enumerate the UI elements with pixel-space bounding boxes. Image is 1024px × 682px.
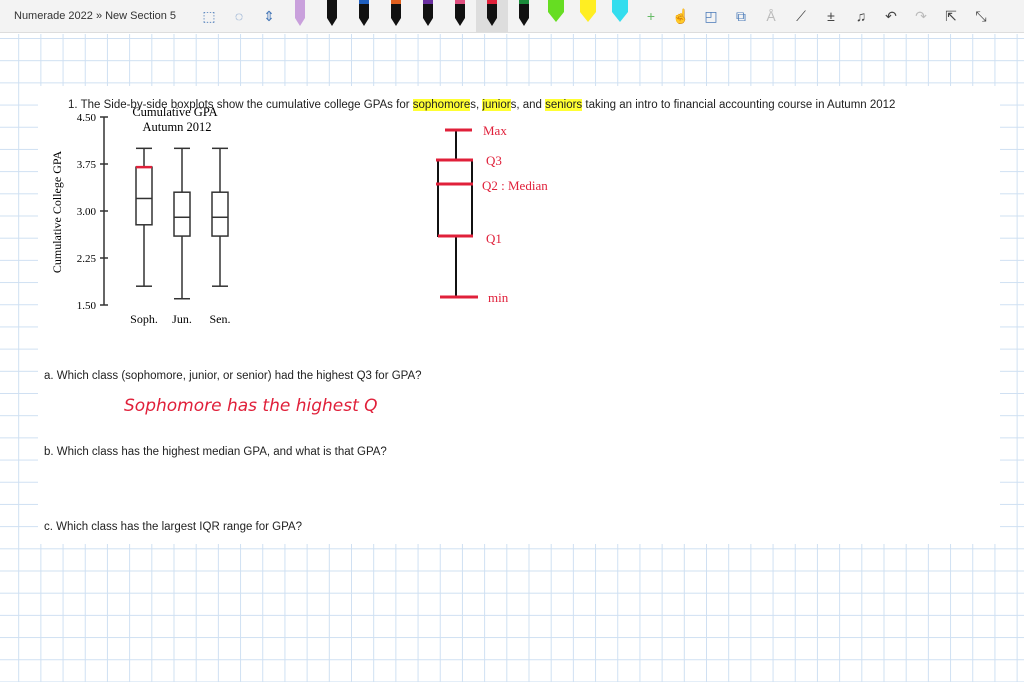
box-iqr (135, 166, 153, 226)
pen-1[interactable] (284, 0, 316, 33)
question-a: a. Which class (sophomore, junior, or se… (44, 370, 422, 382)
box-iqr (173, 191, 191, 237)
math-icon[interactable]: ± (816, 8, 846, 24)
question-c: c. Which class has the largest IQR range… (44, 521, 303, 533)
undo-icon[interactable]: ↶ (876, 8, 906, 25)
pen-7[interactable] (476, 0, 508, 33)
x-category-label: Jun. (172, 312, 192, 326)
y-tick-label: 3.00 (77, 206, 97, 218)
label-min: min (488, 290, 509, 305)
handwritten-answer-a: Sophomore has the highest Q (124, 396, 378, 416)
redo-icon[interactable]: ↷ (906, 8, 936, 25)
highlighter-1[interactable] (540, 0, 572, 33)
question-b: b. Which class has the highest median GP… (44, 446, 387, 458)
share-icon[interactable]: ⇱ (936, 8, 966, 25)
touch-draw-icon[interactable]: ☝ (666, 8, 696, 25)
chart-title: Cumulative GPA (132, 105, 217, 119)
chart-subtitle: Autumn 2012 (142, 120, 211, 134)
box-iqr (211, 191, 229, 237)
label-q1: Q1 (486, 231, 502, 246)
shapes-icon[interactable]: ◰ (696, 8, 726, 25)
pen-8[interactable] (508, 0, 540, 33)
pen-5[interactable] (412, 0, 444, 33)
y-tick-label: 2.25 (77, 253, 97, 265)
ruler-icon[interactable]: ⟋ (786, 8, 816, 25)
boxplot-chart: Cumulative GPA Autumn 2012 Cumulative Co… (50, 105, 231, 326)
add-space-icon[interactable]: ◌ (224, 8, 254, 24)
x-category-label: Soph. (130, 312, 158, 326)
y-tick-label: 3.75 (77, 159, 97, 171)
y-tick-label: 4.50 (77, 112, 97, 124)
pen-6[interactable] (444, 0, 476, 33)
x-category-label: Sen. (210, 312, 231, 326)
pen-2[interactable] (316, 0, 348, 33)
ink-to-shape-icon[interactable]: ⧉ (726, 8, 756, 25)
collapse-icon[interactable]: ⤡ (966, 8, 996, 25)
lasso-select-icon[interactable]: ⬚ (194, 8, 224, 25)
plus-icon[interactable]: + (636, 8, 666, 24)
label-q2-median: Q2 : Median (482, 178, 548, 193)
toolbar: Numerade 2022 » New Section 5 ⬚ ◌ ⇕ + ☝ … (0, 0, 1024, 33)
label-q3: Q3 (486, 153, 502, 168)
highlighter-3[interactable] (604, 0, 636, 33)
replay-icon[interactable]: ♫ (846, 8, 876, 24)
highlighter-2[interactable] (572, 0, 604, 33)
ink-to-text-icon[interactable]: Å (756, 8, 786, 24)
pen-3[interactable] (348, 0, 380, 33)
breadcrumb[interactable]: Numerade 2022 » New Section 5 (14, 10, 194, 22)
pen-4[interactable] (380, 0, 412, 33)
y-axis-label: Cumulative College GPA (50, 151, 64, 274)
label-max: Max (483, 123, 507, 138)
y-tick-label: 1.50 (77, 300, 97, 312)
handdrawn-boxplot-diagram: Max Q3 Q2 : Median Q1 min (436, 123, 548, 305)
insert-space-icon[interactable]: ⇕ (254, 8, 284, 25)
